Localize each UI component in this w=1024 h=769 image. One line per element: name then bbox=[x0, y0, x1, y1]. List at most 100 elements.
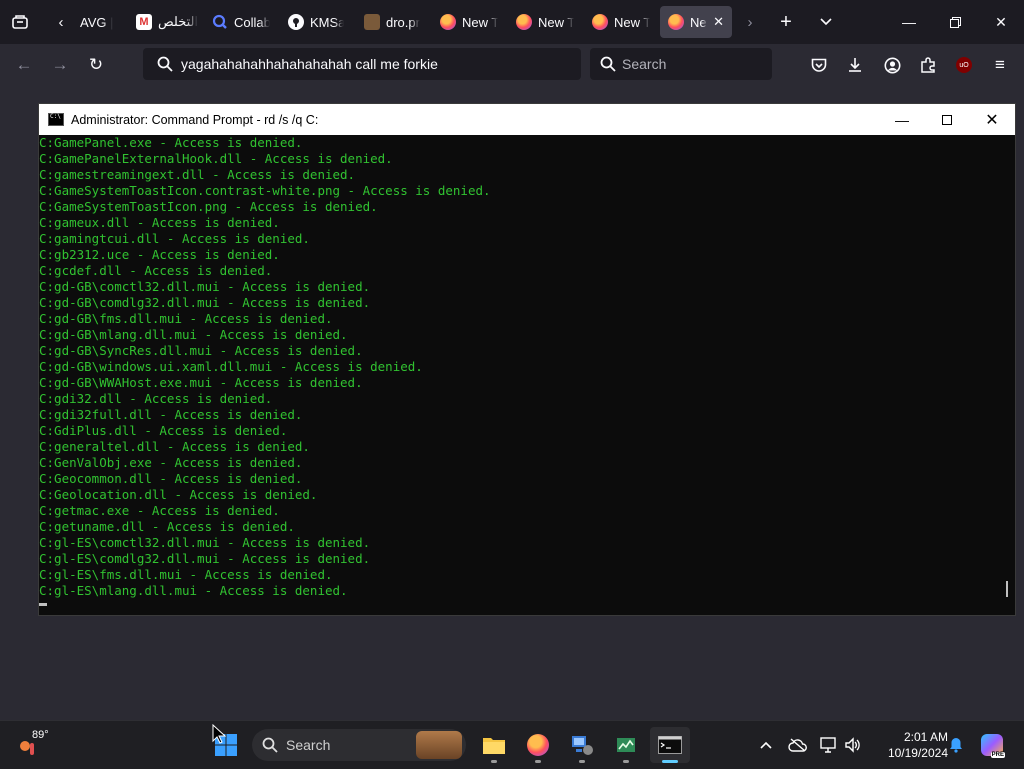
firefox-icon bbox=[516, 14, 532, 30]
firefox-icon bbox=[440, 14, 456, 30]
minimize-icon: — bbox=[895, 111, 909, 128]
cmd-output-line: C:gdi32full.dll - Access is denied. bbox=[39, 407, 303, 422]
cmd-title-bar[interactable]: Administrator: Command Prompt - rd /s /q… bbox=[39, 104, 1015, 135]
arrow-left-icon: ← bbox=[15, 55, 33, 74]
url-bar[interactable]: yagahahahahhahahahahah call me forkie bbox=[143, 48, 581, 80]
tab-label: dro.pr bbox=[386, 14, 420, 30]
network-button[interactable] bbox=[818, 733, 840, 757]
weather-temp: 89° bbox=[32, 729, 49, 741]
clock-time: 2:01 AM bbox=[903, 730, 948, 744]
clock[interactable]: 2:01 AM 10/19/2024 bbox=[872, 729, 948, 761]
chevron-down-icon bbox=[820, 18, 832, 26]
taskbar-command-prompt[interactable] bbox=[650, 727, 690, 763]
firefox-view-icon bbox=[12, 15, 28, 29]
cmd-scrollbar-thumb[interactable] bbox=[1006, 581, 1008, 597]
folder-icon bbox=[483, 738, 505, 754]
taskbar-search[interactable]: Search bbox=[252, 729, 466, 761]
back-button[interactable]: ← bbox=[8, 50, 40, 80]
chevron-right-icon: › bbox=[747, 13, 753, 31]
navigation-toolbar: ← → ↻ yagahahahahhahahahahah call me for… bbox=[0, 44, 1024, 87]
cmd-close-button[interactable]: ✕ bbox=[969, 104, 1015, 135]
tab-new-1[interactable]: New T bbox=[440, 6, 498, 38]
cmd-minimize-button[interactable]: — bbox=[879, 104, 925, 135]
cmd-output-line: C:gd-GB\SyncRes.dll.mui - Access is deni… bbox=[39, 343, 363, 358]
copilot-button[interactable]: PRE bbox=[978, 733, 1006, 758]
tab-new-3[interactable]: New T bbox=[592, 6, 650, 38]
scroll-tabs-right-button[interactable]: › bbox=[740, 0, 760, 44]
forward-button[interactable]: → bbox=[44, 50, 76, 80]
cmd-cursor bbox=[39, 603, 47, 606]
computer-network-icon bbox=[572, 736, 593, 755]
taskbar-firefox[interactable] bbox=[518, 727, 558, 763]
folder-icon bbox=[364, 14, 380, 30]
cmd-output-line: C:gd-GB\fms.dll.mui - Access is denied. bbox=[39, 311, 333, 326]
tab-strip: ‹ AVG | M التخلص Collab KMSa dro.pr New … bbox=[0, 0, 1024, 44]
downloads-button[interactable] bbox=[840, 50, 870, 80]
cmd-output-line: C:generaltel.dll - Access is denied. bbox=[39, 439, 310, 454]
cmd-output[interactable]: C:GamePanel.exe - Access is denied. C:Gam… bbox=[39, 135, 999, 615]
menu-button[interactable]: ≡ bbox=[985, 50, 1015, 80]
taskbar-chart-app[interactable] bbox=[606, 727, 646, 763]
clock-date: 10/19/2024 bbox=[887, 746, 948, 760]
tab-label: Ne bbox=[690, 14, 707, 30]
close-tab-icon[interactable]: ✕ bbox=[713, 14, 724, 30]
cmd-output-line: C:gdi32.dll - Access is denied. bbox=[39, 391, 273, 406]
puzzle-icon bbox=[921, 57, 935, 73]
onedrive-button[interactable] bbox=[786, 733, 810, 757]
bell-icon bbox=[950, 738, 962, 753]
tab-new-2[interactable]: New T bbox=[516, 6, 574, 38]
taskbar-search-label: Search bbox=[286, 737, 331, 753]
weather-widget[interactable]: 89° bbox=[20, 729, 60, 761]
cmd-output-line: C:gb2312.uce - Access is denied. bbox=[39, 247, 280, 262]
sun-icon bbox=[20, 741, 30, 751]
taskbar-network-app[interactable] bbox=[562, 727, 602, 763]
minimize-icon: — bbox=[902, 14, 916, 30]
cmd-output-line: C:GdiPlus.dll - Access is denied. bbox=[39, 423, 288, 438]
cmd-icon bbox=[48, 113, 64, 126]
new-tab-button[interactable]: + bbox=[772, 0, 800, 44]
tab-kmsa[interactable]: KMSa bbox=[288, 6, 344, 38]
cmd-output-line: C:gamingtcui.dll - Access is denied. bbox=[39, 231, 310, 246]
cmd-output-line: C:gd-GB\comdlg32.dll.mui - Access is den… bbox=[39, 295, 371, 310]
reload-button[interactable]: ↻ bbox=[80, 50, 112, 80]
ublock-origin-button[interactable]: uO bbox=[949, 50, 979, 80]
search-icon bbox=[212, 14, 228, 30]
running-indicator bbox=[535, 760, 541, 763]
tab-collab[interactable]: Collab bbox=[212, 6, 270, 38]
cmd-scrollbar[interactable] bbox=[999, 135, 1015, 615]
firefox-view-button[interactable] bbox=[6, 0, 34, 44]
close-window-button[interactable]: ✕ bbox=[978, 0, 1024, 44]
search-bar[interactable]: Search bbox=[590, 48, 772, 80]
firefox-icon bbox=[592, 14, 608, 30]
account-button[interactable] bbox=[877, 50, 907, 80]
pre-badge: PRE bbox=[990, 752, 1005, 758]
tab-gmail[interactable]: M التخلص bbox=[136, 6, 198, 38]
tab-label: Collab bbox=[234, 14, 270, 30]
tab-avg[interactable]: AVG | bbox=[80, 6, 120, 38]
show-hidden-icons-button[interactable] bbox=[756, 733, 776, 757]
cmd-output-line: C:Geolocation.dll - Access is denied. bbox=[39, 487, 318, 502]
close-icon: ✕ bbox=[985, 111, 999, 129]
tab-label: New T bbox=[462, 14, 498, 30]
cmd-output-line: C:gameux.dll - Access is denied. bbox=[39, 215, 280, 230]
running-indicator bbox=[623, 760, 629, 763]
extensions-button[interactable] bbox=[913, 50, 943, 80]
scroll-tabs-left-button[interactable]: ‹ bbox=[50, 0, 72, 44]
minimize-button[interactable]: — bbox=[886, 0, 932, 44]
tab-new-active[interactable]: Ne ✕ bbox=[660, 6, 732, 38]
volume-button[interactable] bbox=[842, 733, 864, 757]
running-indicator bbox=[579, 760, 585, 763]
active-indicator bbox=[662, 760, 678, 763]
pocket-button[interactable] bbox=[804, 50, 834, 80]
list-all-tabs-button[interactable] bbox=[812, 0, 840, 44]
tab-dropr[interactable]: dro.pr bbox=[364, 6, 420, 38]
download-icon bbox=[849, 58, 861, 72]
notifications-button[interactable] bbox=[946, 733, 966, 757]
restore-button[interactable] bbox=[932, 0, 978, 44]
network-icon bbox=[820, 737, 836, 753]
github-icon bbox=[288, 14, 304, 30]
cmd-output-line: C:gl-ES\comctl32.dll.mui - Access is den… bbox=[39, 535, 371, 550]
taskbar-file-explorer[interactable] bbox=[474, 727, 514, 763]
search-highlight-image bbox=[416, 731, 462, 759]
cmd-maximize-button[interactable] bbox=[924, 104, 970, 135]
